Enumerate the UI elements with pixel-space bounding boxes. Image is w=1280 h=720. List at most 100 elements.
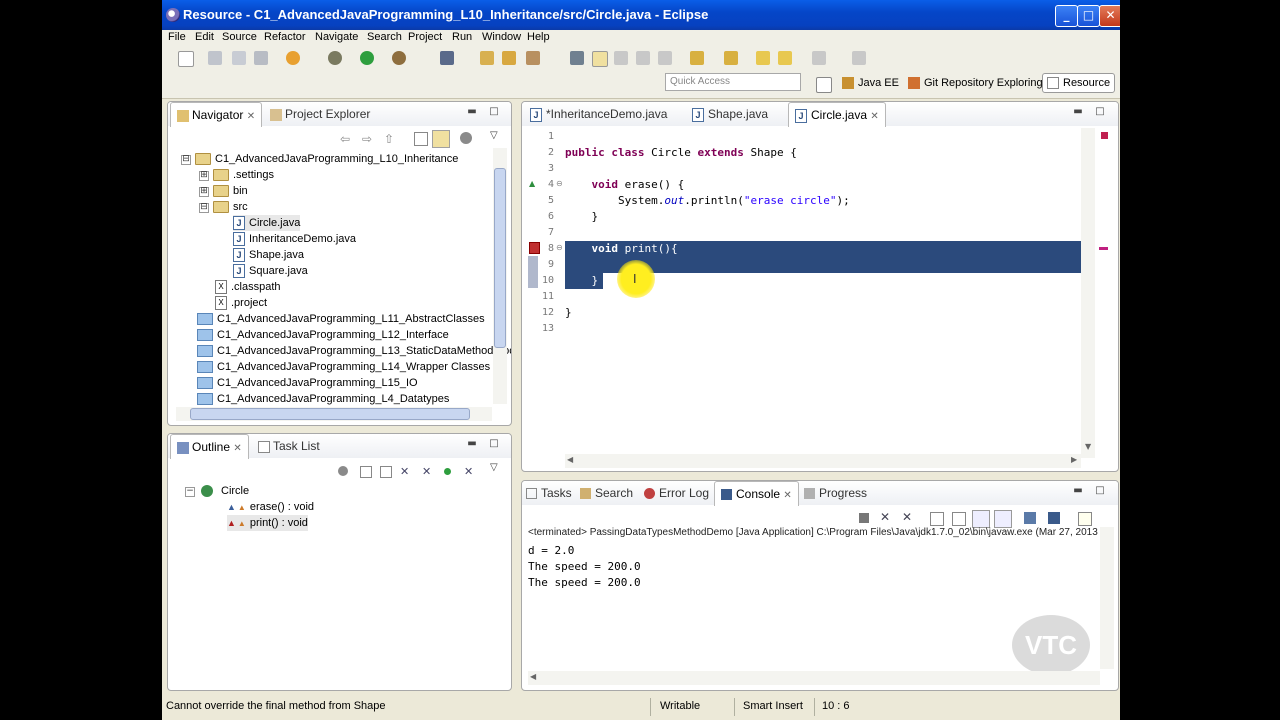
maximize-view-icon[interactable]: □ <box>1094 485 1106 497</box>
save-icon[interactable] <box>208 51 222 65</box>
menu-help[interactable]: Help <box>527 31 550 43</box>
search-tool-icon[interactable] <box>526 51 540 65</box>
tree-item-project-l12[interactable]: C1_AdvancedJavaProgramming_L12_Interface <box>197 327 449 343</box>
horizontal-scrollbar[interactable]: ◀ ▶ <box>565 454 1081 468</box>
perspective-resource[interactable]: Resource <box>1042 73 1116 93</box>
view-dropdown-icon[interactable]: ▽ <box>490 130 498 141</box>
nav-back-icon[interactable]: ⇦ <box>340 132 350 146</box>
scrollbar-thumb[interactable] <box>494 168 506 348</box>
nav-up-icon[interactable]: ⇧ <box>384 132 394 146</box>
green-dot-icon[interactable] <box>444 468 451 475</box>
new-java-project-icon[interactable] <box>440 51 454 65</box>
show-on-stdout-icon[interactable] <box>972 510 990 528</box>
tree-item-classpath[interactable]: X .classpath <box>215 279 281 295</box>
tree-item-project-l13[interactable]: C1_AdvancedJavaProgramming_L13_StaticDat… <box>197 343 511 359</box>
collapse-all-icon[interactable] <box>414 132 428 146</box>
code-line-5[interactable]: System.out.println("erase circle"); <box>565 193 850 209</box>
pin-console-icon[interactable] <box>1024 512 1036 524</box>
tree-item-circle-java[interactable]: J Circle.java <box>233 215 301 231</box>
code-line-8[interactable]: void print(){ <box>565 241 678 257</box>
back-icon[interactable] <box>756 51 770 65</box>
minimize-view-icon[interactable]: ▬ <box>466 438 478 450</box>
scroll-down-icon[interactable]: ▼ <box>1085 442 1091 451</box>
view-menu-icon[interactable] <box>460 132 472 144</box>
pin-editor-icon[interactable] <box>852 51 866 65</box>
tree-item-shape-java[interactable]: J Shape.java <box>233 247 304 263</box>
outline-class-circle[interactable]: Circle <box>201 483 249 499</box>
menu-run[interactable]: Run <box>452 31 472 43</box>
minimize-view-icon[interactable]: ▬ <box>1072 106 1084 118</box>
minimize-view-icon[interactable]: ▬ <box>1072 485 1084 497</box>
close-tab-icon[interactable]: ✕ <box>233 443 241 454</box>
menu-file[interactable]: File <box>168 31 186 43</box>
maximize-view-icon[interactable]: □ <box>488 438 500 450</box>
open-type-icon[interactable] <box>480 51 494 65</box>
hide-static-icon[interactable] <box>380 466 392 478</box>
menu-source[interactable]: Source <box>222 31 257 43</box>
perspective-java-ee[interactable]: Java EE <box>842 74 899 92</box>
link-with-editor-icon[interactable] <box>432 130 450 148</box>
forward-icon[interactable] <box>778 51 792 65</box>
mark-occurrences-icon[interactable] <box>592 51 608 67</box>
tab-task-list[interactable]: Task List <box>258 434 320 458</box>
code-line-12[interactable]: } <box>565 305 572 321</box>
tab-shape[interactable]: J Shape.java <box>692 102 768 126</box>
clear-console-icon[interactable] <box>930 512 944 526</box>
hide-nonpublic-icon[interactable]: ✕ <box>400 465 409 478</box>
minimize-button[interactable]: _ <box>1055 5 1078 27</box>
maximize-view-icon[interactable]: □ <box>488 106 500 118</box>
open-console-icon[interactable] <box>1078 512 1092 526</box>
horizontal-scrollbar[interactable]: ◀ <box>528 671 1100 685</box>
horizontal-scrollbar[interactable] <box>176 407 492 421</box>
tab-project-explorer[interactable]: Project Explorer <box>270 102 370 126</box>
code-line-4[interactable]: void erase() { <box>565 177 685 193</box>
tree-item-project-l11[interactable]: C1_AdvancedJavaProgramming_L11_AbstractC… <box>197 311 485 327</box>
print-icon[interactable] <box>254 51 268 65</box>
tree-item-project-file[interactable]: X .project <box>215 295 267 311</box>
nav-forward-icon[interactable]: ⇨ <box>362 132 372 146</box>
save-all-icon[interactable] <box>232 51 246 65</box>
next-annotation-icon[interactable] <box>690 51 704 65</box>
code-line-6[interactable]: } <box>565 209 598 225</box>
open-resource-icon[interactable] <box>502 51 516 65</box>
vertical-scrollbar[interactable] <box>1100 527 1114 669</box>
menu-edit[interactable]: Edit <box>195 31 214 43</box>
tab-navigator[interactable]: Navigator ✕ <box>170 102 263 127</box>
tree-toggle[interactable]: ⊞ <box>199 171 209 181</box>
menu-search[interactable]: Search <box>367 31 402 43</box>
close-button[interactable]: ✕ <box>1099 5 1120 27</box>
show-on-stderr-icon[interactable] <box>994 510 1012 528</box>
quick-access-input[interactable]: Quick Access <box>665 73 801 91</box>
menu-window[interactable]: Window <box>482 31 521 43</box>
fold-toggle-icon[interactable]: ⊖ <box>556 243 563 252</box>
tab-progress[interactable]: Progress <box>804 481 867 505</box>
show-whitespace-icon[interactable] <box>636 51 650 65</box>
block-selection-icon[interactable] <box>614 51 628 65</box>
scroll-left-icon[interactable]: ◀ <box>530 672 536 681</box>
fold-toggle-icon[interactable]: ⊖ <box>556 179 563 188</box>
tab-circle[interactable]: J Circle.java ✕ <box>788 102 886 127</box>
outline-method-erase[interactable]: ▲ ▲ erase() : void <box>227 499 314 515</box>
tree-item-project-l15[interactable]: C1_AdvancedJavaProgramming_L15_IO <box>197 375 418 391</box>
error-overview-marker[interactable] <box>1101 132 1108 139</box>
view-dropdown-icon[interactable]: ▽ <box>490 462 498 473</box>
scroll-right-icon[interactable]: ▶ <box>1071 455 1077 464</box>
tree-item-settings[interactable]: .settings <box>213 167 274 183</box>
tree-item-bin[interactable]: bin <box>213 183 248 199</box>
tree-toggle[interactable]: − <box>185 487 195 497</box>
tree-item-project-l10[interactable]: C1_AdvancedJavaProgramming_L10_Inheritan… <box>195 151 458 167</box>
scroll-lock-icon[interactable] <box>952 512 966 526</box>
previous-annotation-icon[interactable] <box>724 51 738 65</box>
package-icon[interactable] <box>286 51 300 65</box>
menu-navigate[interactable]: Navigate <box>315 31 358 43</box>
minimize-view-icon[interactable]: ▬ <box>466 106 478 118</box>
tree-item-project-l4[interactable]: C1_AdvancedJavaProgramming_L4_Datatypes <box>197 391 449 407</box>
remove-launch-icon[interactable]: ✕ <box>880 510 890 524</box>
tree-item-src[interactable]: src <box>213 199 248 215</box>
tab-outline[interactable]: Outline ✕ <box>170 434 249 459</box>
code-line-2[interactable]: public class Circle extends Shape { <box>565 145 797 161</box>
menu-refactor[interactable]: Refactor <box>264 31 306 43</box>
tree-item-square-java[interactable]: J Square.java <box>233 263 308 279</box>
vertical-scrollbar[interactable]: ▼ <box>1081 128 1095 458</box>
scroll-left-icon[interactable]: ◀ <box>567 455 573 464</box>
